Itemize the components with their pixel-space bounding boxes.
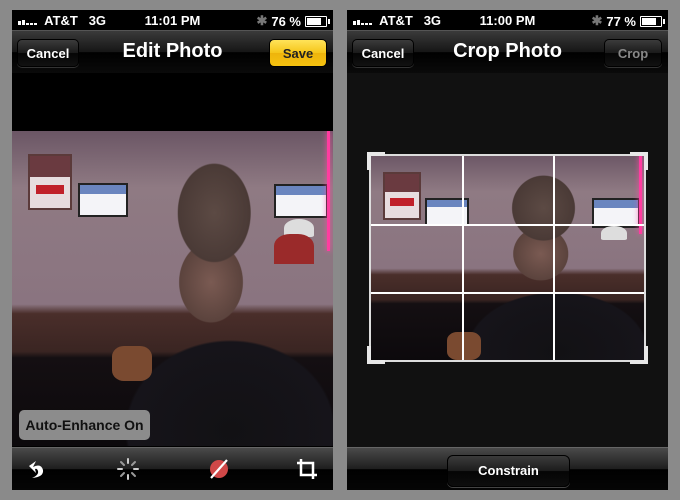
arm bbox=[112, 346, 152, 381]
bluetooth-icon: ✱ bbox=[591, 13, 603, 28]
tv-screen bbox=[274, 184, 328, 218]
tv-screen bbox=[78, 183, 128, 217]
battery-percent: 77 % bbox=[606, 13, 636, 29]
rotate-button[interactable] bbox=[24, 456, 52, 482]
red-eye-button[interactable] bbox=[205, 456, 233, 482]
navigation-bar: Cancel Crop Photo Crop bbox=[347, 30, 668, 73]
navigation-bar: Cancel Edit Photo Save bbox=[12, 30, 333, 73]
crop-handle-top-left[interactable] bbox=[367, 152, 385, 170]
constrain-button[interactable]: Constrain bbox=[447, 455, 570, 487]
beer-poster bbox=[28, 154, 72, 210]
red-eye-icon bbox=[210, 459, 228, 479]
photo bbox=[12, 131, 333, 446]
status-bar: AT&T 3G 11:00 PM ✱ 77 % bbox=[347, 10, 668, 30]
status-bar: AT&T 3G 11:01 PM ✱ 76 % bbox=[12, 10, 333, 30]
rotate-icon bbox=[29, 461, 44, 478]
grid-line bbox=[552, 156, 555, 360]
bluetooth-icon: ✱ bbox=[256, 13, 268, 28]
crop-photo-screen: AT&T 3G 11:00 PM ✱ 77 % Cancel Crop Phot… bbox=[347, 10, 668, 490]
edit-photo-screen: AT&T 3G 11:01 PM ✱ 76 % Cancel Edit Phot… bbox=[12, 10, 333, 490]
battery-icon bbox=[640, 15, 665, 27]
grid-line bbox=[461, 156, 464, 360]
auto-enhance-badge: Auto-Enhance On bbox=[19, 410, 150, 440]
edit-toolbar bbox=[12, 447, 333, 490]
neon-light bbox=[327, 131, 330, 251]
crop-button[interactable]: Crop bbox=[604, 39, 662, 67]
crop-button[interactable] bbox=[293, 456, 321, 482]
background-person bbox=[274, 234, 314, 264]
crop-handle-bottom-right[interactable] bbox=[630, 346, 648, 364]
save-button[interactable]: Save bbox=[269, 39, 327, 67]
crop-frame[interactable] bbox=[367, 152, 648, 364]
enhance-icon bbox=[117, 458, 139, 480]
grid-line bbox=[371, 223, 644, 226]
crop-handle-top-right[interactable] bbox=[630, 152, 648, 170]
grid-line bbox=[371, 291, 644, 294]
enhance-button[interactable] bbox=[114, 456, 142, 482]
crop-toolbar: Constrain bbox=[347, 447, 668, 490]
battery-icon bbox=[305, 15, 330, 27]
crop-icon bbox=[297, 459, 317, 479]
crop-handle-bottom-left[interactable] bbox=[367, 346, 385, 364]
battery-percent: 76 % bbox=[271, 13, 301, 29]
